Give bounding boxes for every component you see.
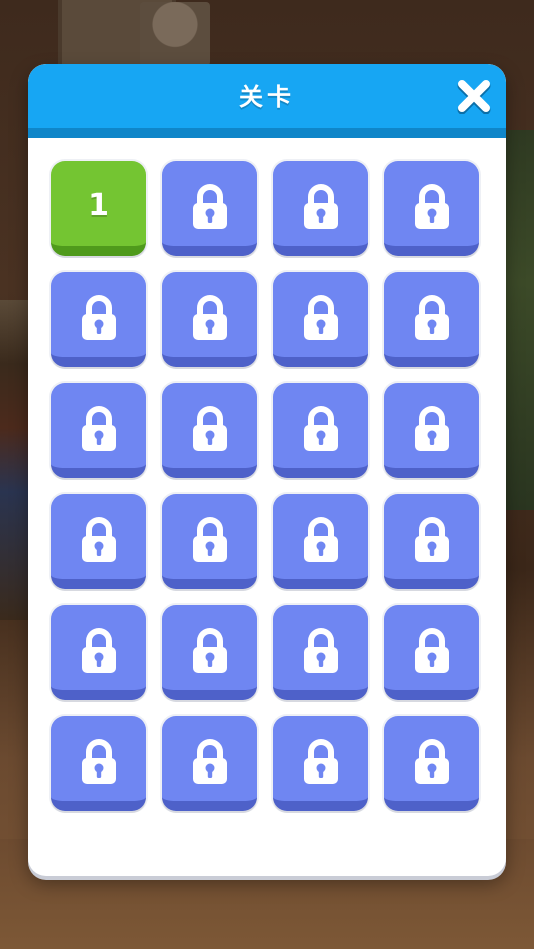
close-icon — [457, 80, 491, 114]
level-button-locked[interactable] — [273, 272, 368, 367]
lock-icon — [414, 294, 449, 340]
level-button-locked[interactable] — [273, 494, 368, 589]
level-button-locked[interactable] — [384, 272, 479, 367]
lock-icon — [192, 405, 227, 451]
level-button-locked[interactable] — [273, 605, 368, 700]
level-button-locked[interactable] — [162, 605, 257, 700]
lock-icon — [192, 738, 227, 784]
lock-icon — [81, 516, 116, 562]
level-button-locked[interactable] — [51, 272, 146, 367]
lock-icon — [414, 627, 449, 673]
level-button-locked[interactable] — [162, 272, 257, 367]
lock-icon — [414, 516, 449, 562]
lock-icon — [192, 294, 227, 340]
level-grid: 1 — [51, 161, 479, 811]
level-button-locked[interactable] — [162, 716, 257, 811]
lock-icon — [192, 516, 227, 562]
lock-icon — [81, 738, 116, 784]
level-button-locked[interactable] — [273, 716, 368, 811]
background-portrait — [140, 2, 210, 66]
level-button-locked[interactable] — [162, 383, 257, 478]
level-number: 1 — [88, 188, 109, 223]
lock-icon — [303, 405, 338, 451]
lock-icon — [81, 405, 116, 451]
lock-icon — [303, 627, 338, 673]
level-button-locked[interactable] — [51, 494, 146, 589]
level-button-locked[interactable] — [384, 605, 479, 700]
lock-icon — [81, 294, 116, 340]
level-button-locked[interactable] — [384, 494, 479, 589]
level-button-locked[interactable] — [51, 605, 146, 700]
lock-icon — [414, 405, 449, 451]
lock-icon — [192, 627, 227, 673]
lock-icon — [303, 516, 338, 562]
level-select-dialog: 关卡 1 — [28, 64, 506, 876]
level-button-locked[interactable] — [273, 161, 368, 256]
level-button-locked[interactable] — [162, 494, 257, 589]
dialog-title: 关卡 — [239, 83, 295, 111]
lock-icon — [414, 738, 449, 784]
lock-icon — [81, 627, 116, 673]
lock-icon — [303, 294, 338, 340]
lock-icon — [192, 183, 227, 229]
level-button-locked[interactable] — [384, 161, 479, 256]
level-button-locked[interactable] — [273, 383, 368, 478]
lock-icon — [303, 738, 338, 784]
lock-icon — [414, 183, 449, 229]
background-picture-frame — [58, 0, 210, 74]
level-button-locked[interactable] — [51, 716, 146, 811]
level-button-locked[interactable] — [51, 383, 146, 478]
dialog-header: 关卡 — [28, 64, 506, 138]
close-button[interactable] — [456, 78, 492, 114]
level-button-locked[interactable] — [384, 383, 479, 478]
level-button-locked[interactable] — [384, 716, 479, 811]
level-button-locked[interactable] — [162, 161, 257, 256]
lock-icon — [303, 183, 338, 229]
level-button-unlocked[interactable]: 1 — [51, 161, 146, 256]
